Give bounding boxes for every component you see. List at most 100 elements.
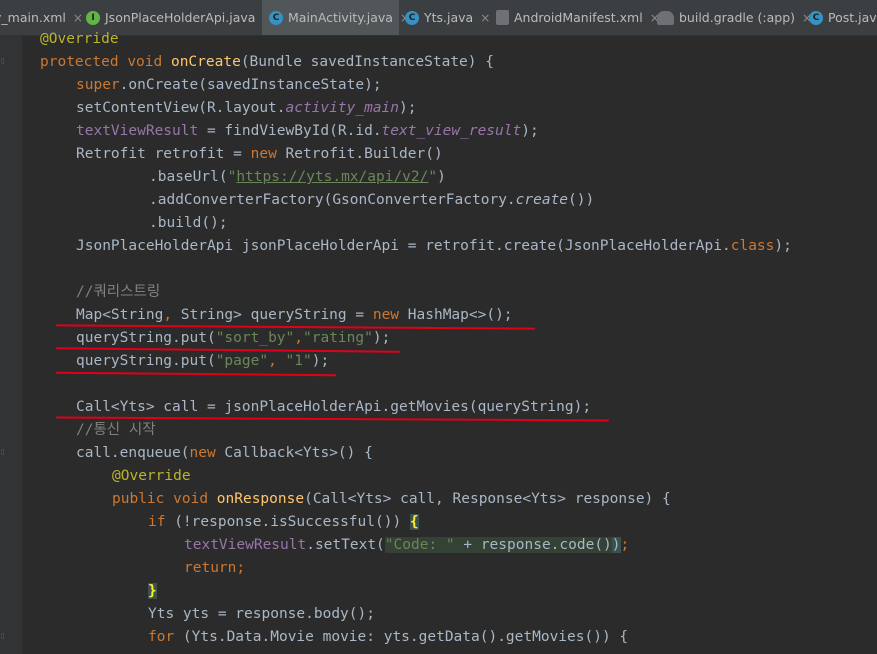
code-line: Map<String, String> queryString = new Ha… [22,304,877,327]
string-literal: "Code: " [384,537,455,553]
field-ref: activity_main [285,100,400,116]
close-icon[interactable]: × [480,11,490,25]
keyword: for [148,629,175,645]
comment: //통신 시작 [76,422,156,438]
code-text: HashMap<>(); [399,307,513,323]
code-text: (Bundle savedInstanceState) { [240,54,494,70]
comment: //쿼리스트링 [76,284,161,300]
code-text: queryString.put( [76,330,216,346]
keyword: , [294,330,303,346]
code-text: (!response.isSuccessful()) [165,514,410,530]
code-text: = findViewById(R.id. [198,123,382,139]
code-line: Call<Yts> call = jsonPlaceHolderApi.getM… [22,396,877,419]
field-ref: textViewResult [76,123,199,139]
matched-brace: } [148,583,157,599]
keyword: , [163,307,173,323]
fold-icon[interactable]: ▯ [0,447,5,457]
code-line: queryString.put("sort_by","rating"); [22,327,877,350]
static-method: create [515,192,569,208]
string-literal: "page" [215,353,269,369]
code-text: ); [311,353,330,369]
tab-label: Yts.java [424,10,474,25]
url-link[interactable]: https://yts.mx/api/v2/ [236,169,428,185]
keyword: new [250,146,277,162]
method-name: onResponse [216,491,305,507]
tab-label: y_main.xml [0,10,66,25]
code-line-caret: } [22,580,877,603]
manifest-file-icon [496,10,509,25]
keyword: if [148,514,166,530]
code-text: ) [437,169,446,185]
code-line: Retrofit retrofit = new Retrofit.Builder… [22,143,877,166]
close-icon[interactable]: × [73,11,83,25]
string-literal: "sort_by" [215,330,295,346]
code-text: Callback<Yts>() { [215,445,373,461]
tab-label: JsonPlaceHolderApi.java [105,10,256,25]
keyword: class [730,238,775,254]
fold-icon[interactable]: ▯ [0,56,5,66]
code-line: //쿼리스트링 [22,281,877,304]
code-line: setContentView(R.layout.activity_main); [22,97,877,120]
code-line: JsonPlaceHolderApi jsonPlaceHolderApi = … [22,235,877,258]
annotation: @Override [40,31,119,47]
keyword: return; [184,560,246,576]
code-line: .addConverterFactory(GsonConverterFactor… [22,189,877,212]
keyword: new [372,307,400,323]
code-line: .baseUrl("https://yts.mx/api/v2/") [22,166,877,189]
code-text: Map<String [76,307,164,323]
tab-label: build.gradle (:app) [679,10,796,25]
code-line: @Override [22,28,877,51]
code-text: ); [521,123,539,139]
keyword: , [268,353,277,369]
code-line: textViewResult = findViewById(R.id.text_… [22,120,877,143]
code-text: .build(); [149,215,228,231]
fold-icon[interactable]: ▯ [0,631,5,641]
code-text: ); [399,100,417,116]
code-line: //통신 시작 [22,419,877,442]
keyword: new [189,445,216,461]
method-name: onCreate [170,54,241,70]
code-text: (Yts.Data.Movie movie: yts.getData().get… [174,629,629,645]
code-text: setContentView(R.layout. [76,100,286,116]
keyword: void [127,54,163,70]
code-line: call.enqueue(new Callback<Yts>() { [22,442,877,465]
code-line: if (!response.isSuccessful()) { [22,511,877,534]
tab-label: MainActivity.java [288,10,393,25]
tab-label: Post.java [828,10,877,25]
code-editor[interactable]: @Override protected void onCreate(Bundle… [22,31,877,654]
string-literal: "1" [285,353,312,369]
code-line: for (Yts.Data.Movie movie: yts.getData()… [22,626,877,649]
keyword: protected [40,54,119,70]
code-text: String> queryString = [172,307,373,323]
interface-icon: I [86,10,100,25]
gradle-icon [657,10,674,25]
code-text: (Call<Yts> call, Response<Yts> response)… [304,491,671,507]
code-text: .baseUrl( [149,169,228,185]
keyword: super [76,77,120,93]
code-text: JsonPlaceHolderApi jsonPlaceHolderApi = … [76,238,731,254]
code-text: Retrofit.Builder() [276,146,443,162]
code-text: .setText( [306,537,385,553]
code-text: .addConverterFactory(GsonConverterFactor… [149,192,516,208]
code-text: ()) [568,192,595,208]
code-text: .onCreate(savedInstanceState); [119,77,382,93]
code-line: return; [22,557,877,580]
keyword: public [112,491,165,507]
editor-gutter: ▯ ▯ ▯ [0,36,22,654]
matched-brace: { [409,514,419,530]
code-text: call.enqueue( [76,445,190,461]
class-icon: C [269,10,283,25]
field-ref: textViewResult [184,537,307,553]
code-line: public void onResponse(Call<Yts> call, R… [22,488,877,511]
code-line: textViewResult.setText("Code: " + respon… [22,534,877,557]
string-literal: " [227,169,237,185]
class-icon: C [405,10,419,25]
code-line: Yts yts = response.body(); [22,603,877,626]
code-text: ); [774,238,792,254]
keyword: void [173,491,209,507]
code-line: super.onCreate(savedInstanceState); [22,74,877,97]
string-literal: " [428,169,438,185]
keyword: ; [620,537,630,553]
code-line: queryString.put("page", "1"); [22,350,877,373]
